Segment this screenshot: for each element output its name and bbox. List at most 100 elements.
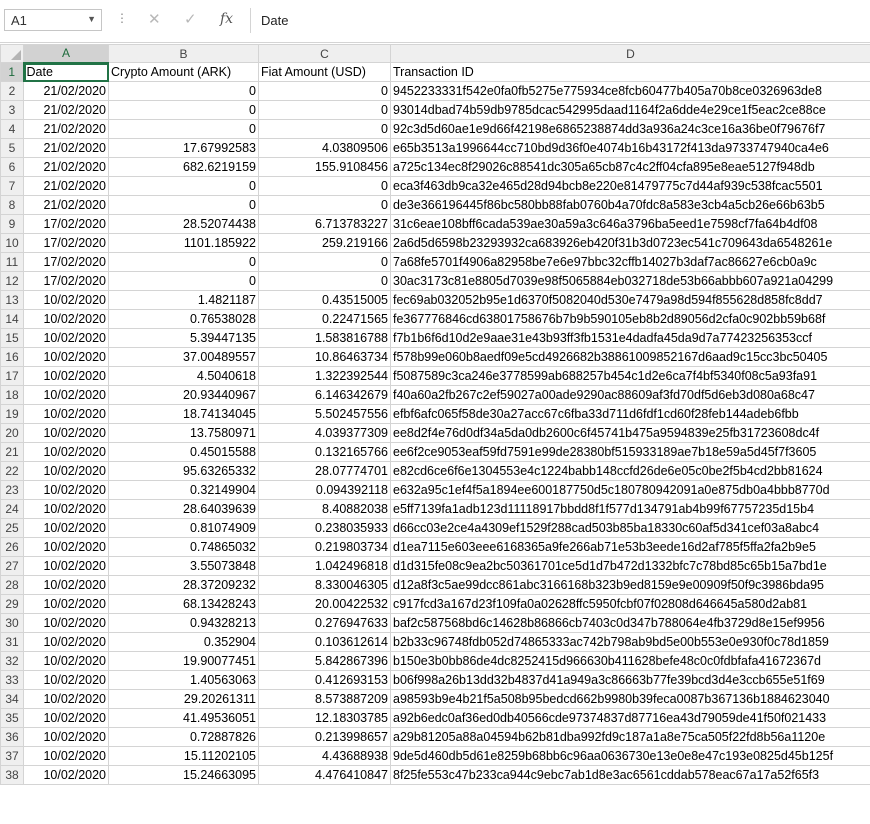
column-header-d[interactable]: D: [390, 44, 870, 63]
row-header[interactable]: 3: [0, 100, 24, 120]
cell[interactable]: 0: [258, 100, 391, 120]
cell[interactable]: 12.18303785: [258, 708, 391, 728]
cell[interactable]: 6.146342679: [258, 385, 391, 405]
cell[interactable]: 10/02/2020: [23, 575, 109, 595]
cell[interactable]: 28.37209232: [108, 575, 259, 595]
cell[interactable]: 17/02/2020: [23, 252, 109, 272]
cell[interactable]: 10/02/2020: [23, 309, 109, 329]
cell[interactable]: 3.55073848: [108, 556, 259, 576]
cell[interactable]: 0.219803734: [258, 537, 391, 557]
cell[interactable]: 4.43688938: [258, 746, 391, 766]
cell[interactable]: 19.90077451: [108, 651, 259, 671]
row-header[interactable]: 8: [0, 195, 24, 215]
cell[interactable]: e65b3513a1996644cc710bd9d36f0e4074b16b43…: [390, 138, 870, 158]
cell[interactable]: 0: [108, 176, 259, 196]
cell[interactable]: 10/02/2020: [23, 708, 109, 728]
row-header[interactable]: 26: [0, 537, 24, 557]
cell[interactable]: 8.573887209: [258, 689, 391, 709]
cell[interactable]: f578b99e060b8aedf09e5cd4926682b388610098…: [390, 347, 870, 367]
cell[interactable]: 10/02/2020: [23, 594, 109, 614]
cell[interactable]: 13.7580971: [108, 423, 259, 443]
cell[interactable]: ee6f2ce9053eaf59fd7591e99de28380bf515933…: [390, 442, 870, 462]
cell[interactable]: 0: [258, 252, 391, 272]
row-header[interactable]: 13: [0, 290, 24, 310]
cell[interactable]: 10/02/2020: [23, 290, 109, 310]
row-header[interactable]: 18: [0, 385, 24, 405]
cell[interactable]: 5.502457556: [258, 404, 391, 424]
cell[interactable]: 9de5d460db5d61e8259b68bb6c96aa0636730e13…: [390, 746, 870, 766]
cell[interactable]: 10/02/2020: [23, 746, 109, 766]
cell[interactable]: Crypto Amount (ARK): [108, 62, 259, 82]
cell[interactable]: 4.5040618: [108, 366, 259, 386]
cell[interactable]: 6.713783227: [258, 214, 391, 234]
cell[interactable]: 28.64039639: [108, 499, 259, 519]
cell[interactable]: 0.72887826: [108, 727, 259, 747]
row-header[interactable]: 31: [0, 632, 24, 652]
cell[interactable]: 10/02/2020: [23, 556, 109, 576]
cell[interactable]: b06f998a26b13dd32b4837d41a949a3c86663b77…: [390, 670, 870, 690]
cell[interactable]: 10/02/2020: [23, 613, 109, 633]
chevron-down-icon[interactable]: ▼: [87, 14, 96, 24]
cell[interactable]: a92b6edc0af36ed0db40566cde97374837d87716…: [390, 708, 870, 728]
cell[interactable]: f40a60a2fb267c2ef59027a00ade9290ac88609a…: [390, 385, 870, 405]
cell[interactable]: 21/02/2020: [23, 138, 109, 158]
select-all-corner[interactable]: [0, 44, 24, 63]
cell[interactable]: 0: [108, 100, 259, 120]
cell[interactable]: 31c6eae108bff6cada539ae30a59a3c646a3796b…: [390, 214, 870, 234]
cell[interactable]: Transaction ID: [390, 62, 870, 82]
row-header[interactable]: 25: [0, 518, 24, 538]
cell[interactable]: 5.842867396: [258, 651, 391, 671]
cell[interactable]: 0: [258, 81, 391, 101]
cell[interactable]: 5.39447135: [108, 328, 259, 348]
cell[interactable]: 15.24663095: [108, 765, 259, 785]
row-header[interactable]: 38: [0, 765, 24, 785]
check-icon[interactable]: ✓: [184, 10, 197, 28]
cell[interactable]: 682.6219159: [108, 157, 259, 177]
cell[interactable]: b150e3b0bb86de4dc8252415d966630b411628be…: [390, 651, 870, 671]
column-header-c[interactable]: C: [258, 44, 391, 63]
cell[interactable]: 41.49536051: [108, 708, 259, 728]
cell[interactable]: 21/02/2020: [23, 119, 109, 139]
cell[interactable]: d66cc03e2ce4a4309ef1529f288cad503b85ba18…: [390, 518, 870, 538]
row-header[interactable]: 15: [0, 328, 24, 348]
cell[interactable]: de3e366196445f86bc580bb88fab0760b4a70fdc…: [390, 195, 870, 215]
cell[interactable]: 0: [108, 119, 259, 139]
cell[interactable]: 10/02/2020: [23, 727, 109, 747]
cell[interactable]: 20.93440967: [108, 385, 259, 405]
cell[interactable]: ee8d2f4e76d0df34a5da0db2600c6f45741b475a…: [390, 423, 870, 443]
cell[interactable]: 21/02/2020: [23, 176, 109, 196]
cell[interactable]: e632a95c1ef4f5a1894ee600187750d5c1807809…: [390, 480, 870, 500]
cell[interactable]: 1.583816788: [258, 328, 391, 348]
cell[interactable]: 15.11202105: [108, 746, 259, 766]
cell[interactable]: 10/02/2020: [23, 423, 109, 443]
cell[interactable]: 4.476410847: [258, 765, 391, 785]
more-options-icon[interactable]: ⋮: [116, 11, 128, 25]
cell[interactable]: 0.094392118: [258, 480, 391, 500]
row-header[interactable]: 30: [0, 613, 24, 633]
cell[interactable]: d12a8f3c5ae99dcc861abc3166168b323b9ed815…: [390, 575, 870, 595]
row-header[interactable]: 37: [0, 746, 24, 766]
cell[interactable]: 0: [258, 119, 391, 139]
cell[interactable]: 10/02/2020: [23, 518, 109, 538]
row-header[interactable]: 1: [0, 62, 25, 82]
row-header[interactable]: 17: [0, 366, 24, 386]
cell[interactable]: 9452233331f542e0fa0fb5275e775934ce8fcb60…: [390, 81, 870, 101]
cell[interactable]: 10/02/2020: [23, 328, 109, 348]
row-header[interactable]: 4: [0, 119, 24, 139]
cell[interactable]: 0.276947633: [258, 613, 391, 633]
cell[interactable]: 10/02/2020: [23, 366, 109, 386]
row-header[interactable]: 23: [0, 480, 24, 500]
cell[interactable]: 0: [258, 271, 391, 291]
cell[interactable]: 0.81074909: [108, 518, 259, 538]
cell[interactable]: 17/02/2020: [23, 271, 109, 291]
row-header[interactable]: 22: [0, 461, 24, 481]
cell[interactable]: 28.07774701: [258, 461, 391, 481]
cell[interactable]: 10/02/2020: [23, 651, 109, 671]
row-header[interactable]: 24: [0, 499, 24, 519]
cell[interactable]: 10/02/2020: [23, 765, 109, 785]
cell[interactable]: 93014dbad74b59db9785dcac542995daad1164f2…: [390, 100, 870, 120]
row-header[interactable]: 35: [0, 708, 24, 728]
cell[interactable]: 0: [258, 195, 391, 215]
cell[interactable]: 4.039377309: [258, 423, 391, 443]
row-header[interactable]: 9: [0, 214, 24, 234]
